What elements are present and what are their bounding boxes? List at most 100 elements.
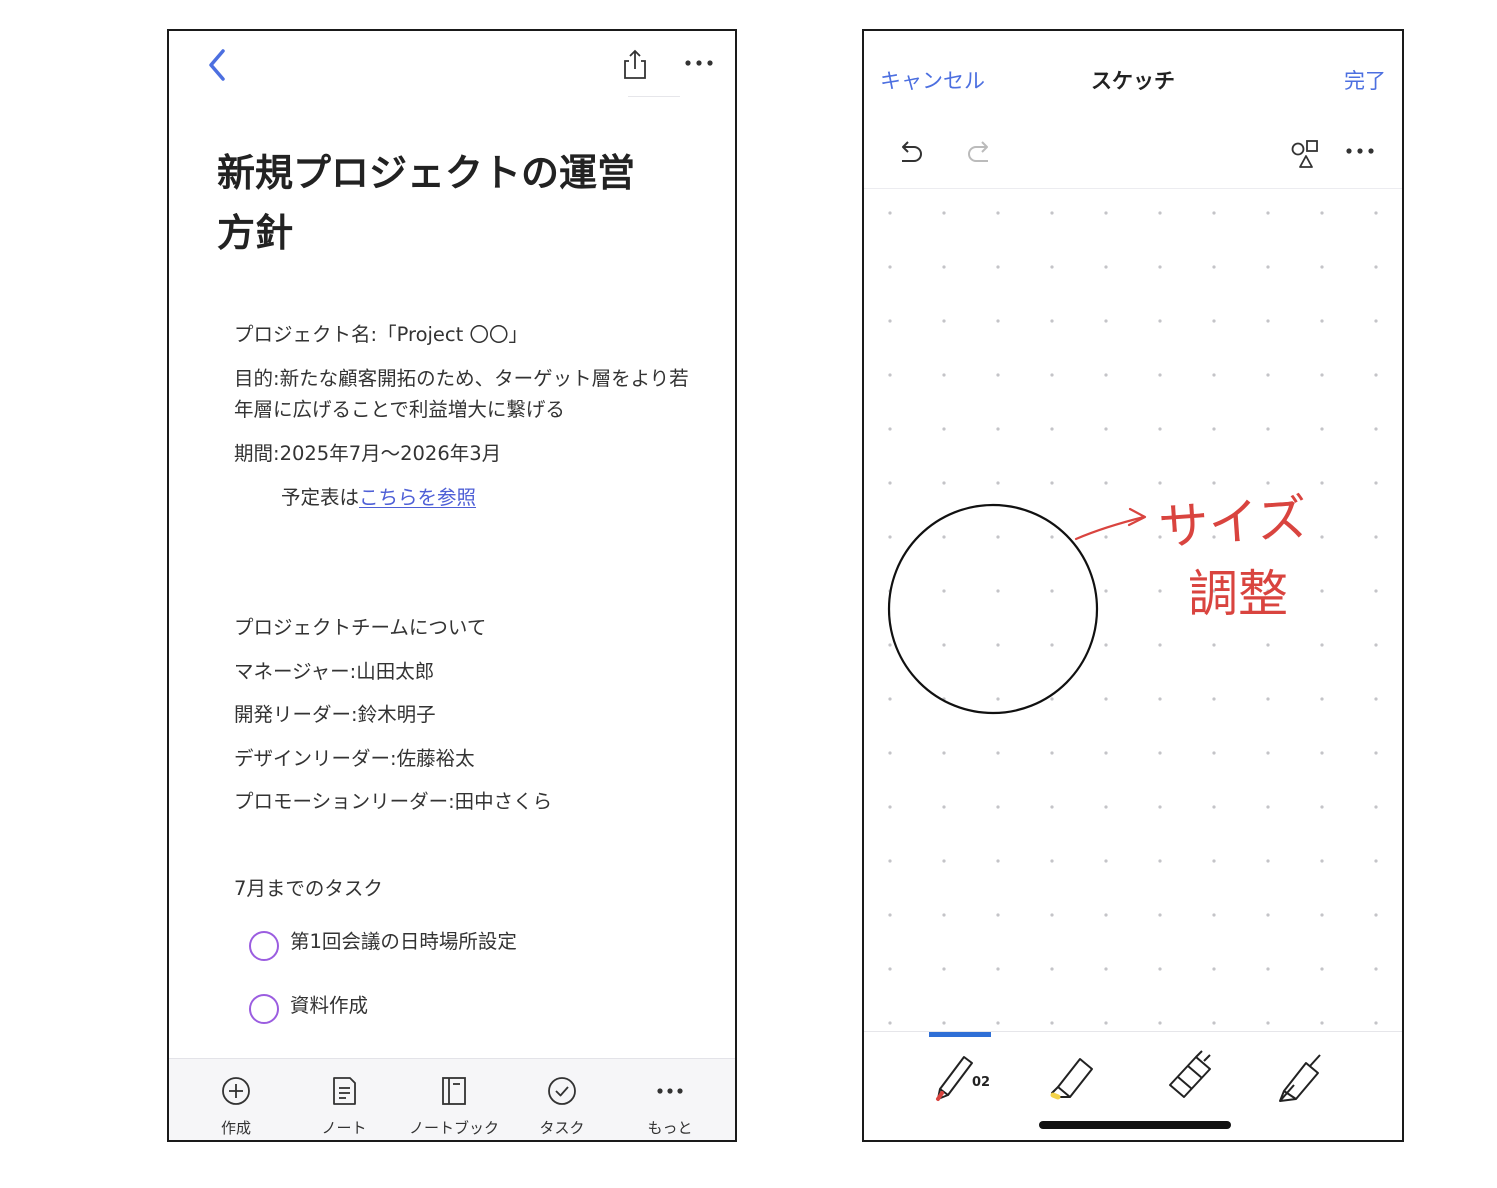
sketch-canvas[interactable]: サイズ 調整 [864, 189, 1402, 1031]
note-title[interactable]: 新規プロジェクトの運営 方針 [217, 143, 697, 263]
grid-dot [1212, 643, 1216, 647]
chevron-left-icon[interactable] [203, 45, 233, 85]
fountain-pen-tool[interactable] [1272, 1041, 1336, 1105]
done-button[interactable]: 完了 [1344, 65, 1386, 95]
ellipsis-icon[interactable] [1342, 143, 1378, 159]
share-icon[interactable] [619, 49, 651, 81]
grid-dot [1104, 211, 1108, 215]
highlighter-tool[interactable] [1044, 1041, 1108, 1105]
grid-dot [1158, 589, 1162, 593]
grid-dot [888, 859, 892, 863]
grid-dot [1320, 211, 1324, 215]
grid-dot [1374, 319, 1378, 323]
grid-dot [942, 535, 946, 539]
shapes-icon[interactable] [1289, 137, 1323, 171]
grid-dot [1374, 373, 1378, 377]
design-leader-text: デザインリーダー:佐藤裕太 [234, 747, 475, 770]
grid-dot [1212, 265, 1216, 269]
dot-grid [888, 211, 1378, 1025]
grid-dot [1374, 643, 1378, 647]
grid-dot [1212, 1021, 1216, 1025]
grid-dot [996, 265, 1000, 269]
grid-dot [1050, 967, 1054, 971]
grid-dot [1104, 1021, 1108, 1025]
tab-create-label: 作成 [220, 1119, 251, 1137]
task-item: 資料作成 [290, 994, 369, 1017]
grid-dot [996, 697, 1000, 701]
grid-dot [996, 319, 1000, 323]
grid-dot [1104, 265, 1108, 269]
grid-dot [1104, 697, 1108, 701]
grid-dot [1320, 751, 1324, 755]
grid-dot [1212, 373, 1216, 377]
grid-dot [942, 643, 946, 647]
home-indicator [1039, 1121, 1231, 1129]
grid-dot [1050, 535, 1054, 539]
grid-dot [1104, 427, 1108, 431]
redo-icon[interactable] [964, 137, 994, 167]
eraser-tool[interactable] [1158, 1041, 1222, 1105]
grid-dot [888, 319, 892, 323]
note-screen: 新規プロジェクトの運営 方針 プロジェクト名:「Project 〇〇」 目的:新… [167, 29, 737, 1142]
tab-notes[interactable]: ノート [287, 1059, 401, 1140]
task-checkbox[interactable] [249, 931, 279, 961]
grid-dot [1158, 373, 1162, 377]
grid-dot [1050, 319, 1054, 323]
grid-dot [996, 427, 1000, 431]
note-title-line2: 方針 [217, 211, 294, 255]
grid-dot [996, 643, 1000, 647]
grid-dot [1104, 481, 1108, 485]
grid-dot [1374, 805, 1378, 809]
grid-dot [1266, 859, 1270, 863]
grid-dot [1050, 697, 1054, 701]
grid-dot [942, 967, 946, 971]
plus-circle-icon [222, 1077, 250, 1105]
grid-dot [888, 373, 892, 377]
pen-size-label: 02 [972, 1075, 991, 1090]
grid-dot [1266, 319, 1270, 323]
grid-dot [1266, 913, 1270, 917]
check-circle-icon [548, 1077, 576, 1105]
grid-dot [1320, 319, 1324, 323]
grid-dot [1212, 859, 1216, 863]
fountain-pen-tool-icon [1279, 1054, 1321, 1102]
grid-dot [1104, 535, 1108, 539]
schedule-line: 予定表はこちらを参照 [281, 482, 476, 513]
grid-dot [1158, 319, 1162, 323]
undo-icon[interactable] [896, 137, 926, 167]
tab-more[interactable]: もっと [613, 1059, 727, 1140]
tab-notebooks-label: ノートブック [408, 1119, 499, 1137]
grid-dot [1050, 373, 1054, 377]
tab-more-label: もっと [647, 1119, 693, 1137]
grid-dot [996, 1021, 1000, 1025]
grid-dot [1158, 913, 1162, 917]
eraser-tool-icon [1169, 1050, 1211, 1098]
grid-dot [942, 211, 946, 215]
grid-dot [942, 373, 946, 377]
schedule-link[interactable]: こちらを参照 [359, 486, 476, 509]
grid-dot [996, 481, 1000, 485]
ellipsis-icon[interactable] [681, 55, 717, 71]
task-checkbox[interactable] [249, 994, 279, 1024]
tab-notebooks[interactable]: ノートブック [397, 1059, 511, 1140]
grid-dot [1374, 427, 1378, 431]
grid-dot [1320, 535, 1324, 539]
arrow-drawing [1074, 507, 1147, 541]
grid-dot [1266, 1021, 1270, 1025]
grid-dot [1050, 643, 1054, 647]
grid-dot [1320, 265, 1324, 269]
grid-dot [996, 373, 1000, 377]
grid-dot [996, 535, 1000, 539]
grid-dot [888, 913, 892, 917]
tab-notes-label: ノート [321, 1119, 367, 1137]
tab-create[interactable]: 作成 [179, 1059, 293, 1140]
grid-dot [1104, 589, 1108, 593]
grid-dot [888, 697, 892, 701]
tab-tasks[interactable]: タスク [505, 1059, 619, 1140]
pen-tool[interactable]: 02 [930, 1041, 994, 1105]
grid-dot [1104, 805, 1108, 809]
promo-leader-text: プロモーションリーダー:田中さくら [234, 790, 553, 813]
grid-dot [942, 751, 946, 755]
grid-dot [1266, 751, 1270, 755]
grid-dot [1266, 373, 1270, 377]
